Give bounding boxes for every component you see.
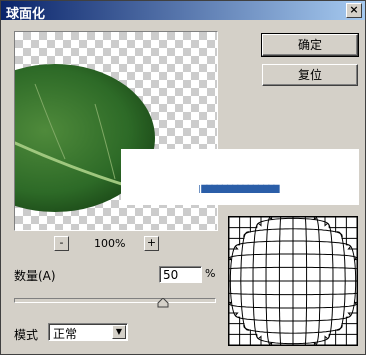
- slider-thumb-icon[interactable]: [157, 298, 169, 308]
- close-button[interactable]: ×: [346, 3, 362, 18]
- watermark-overlay: [121, 149, 359, 205]
- zoom-level: 100%: [94, 237, 126, 250]
- mode-select[interactable]: 正常 ▼: [48, 323, 128, 341]
- close-icon: ×: [349, 3, 359, 16]
- minus-icon: -: [59, 236, 64, 249]
- amount-label: 数量(A): [14, 269, 56, 283]
- mode-label: 模式: [14, 328, 39, 342]
- dropdown-arrow-icon[interactable]: ▼: [112, 325, 126, 339]
- percent-unit: %: [205, 267, 216, 280]
- amount-slider-track[interactable]: [14, 298, 216, 303]
- plus-icon: +: [146, 236, 157, 249]
- title-bar[interactable]: 球面化 ×: [1, 1, 365, 22]
- mode-selected-value: 正常: [53, 327, 78, 341]
- zoom-in-button[interactable]: +: [144, 236, 159, 251]
- zoom-out-button[interactable]: -: [54, 236, 69, 251]
- ok-button[interactable]: 确定: [261, 33, 359, 57]
- watermark-text: | ▇▇▇▇▇▇▇▇▇▇▇▇▇▇▇: [198, 184, 280, 193]
- reset-button[interactable]: 复位: [262, 64, 358, 86]
- spherize-grid-preview: [228, 216, 358, 346]
- dialog-title: 球面化: [6, 7, 46, 22]
- spherize-dialog: 球面化 × | ▇▇▇▇▇▇▇▇▇▇▇▇▇▇▇ - 100% + 确定 复位 数…: [0, 0, 366, 355]
- amount-input[interactable]: 50: [159, 266, 202, 283]
